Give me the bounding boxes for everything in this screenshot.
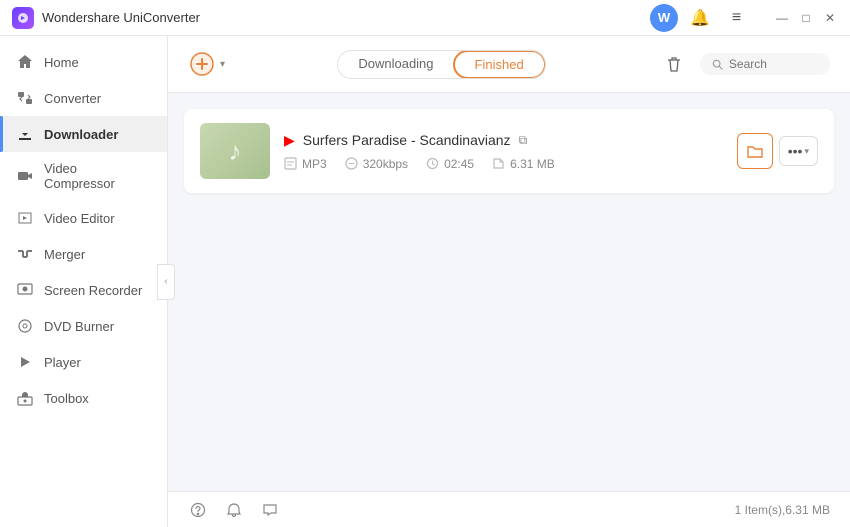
video-compressor-icon [16,167,34,185]
minimize-button[interactable]: — [774,10,790,26]
content-header: ▾ Downloading Finished [168,36,850,93]
sidebar-item-label: Converter [44,91,101,106]
search-icon [712,58,723,71]
app-logo [12,7,34,29]
menu-icon[interactable]: ≡ [722,4,750,32]
header-right [658,48,830,80]
sidebar-item-dvd-burner[interactable]: DVD Burner [0,308,167,344]
titlebar-controls: W 🔔 ≡ — □ ✕ [650,4,838,32]
statusbar-left [188,500,280,520]
sidebar-item-label: Merger [44,247,85,262]
downloader-icon [16,125,34,143]
clock-icon [426,157,439,170]
app-title: Wondershare UniConverter [42,10,200,25]
maximize-button[interactable]: □ [798,10,814,26]
more-dots: ••• [788,143,803,159]
titlebar-left: Wondershare UniConverter [12,7,200,29]
sidebar-item-video-compressor[interactable]: Video Compressor [0,152,167,200]
status-text: 1 Item(s),6.31 MB [735,503,830,517]
sidebar-item-player[interactable]: Player [0,344,167,380]
file-actions: ••• ▾ [737,133,818,169]
file-bitrate: 320kbps [345,157,408,171]
converter-icon [16,89,34,107]
sidebar-item-downloader[interactable]: Downloader [0,116,167,152]
main-layout: Home Converter Downloader [0,36,850,527]
sidebar-item-label: Downloader [44,127,118,142]
format-icon [284,157,297,170]
search-input[interactable] [729,57,818,71]
notification-icon[interactable]: 🔔 [686,4,714,32]
sidebar: Home Converter Downloader [0,36,168,527]
sidebar-item-home[interactable]: Home [0,44,167,80]
content-area: ▾ Downloading Finished [168,36,850,527]
video-editor-icon [16,209,34,227]
youtube-icon: ▶ [284,132,295,149]
screen-recorder-icon [16,281,34,299]
more-actions-button[interactable]: ••• ▾ [779,136,818,166]
open-external-icon[interactable]: ⧉ [519,133,528,148]
sidebar-item-label: Screen Recorder [44,283,142,298]
dvd-burner-icon [16,317,34,335]
close-button[interactable]: ✕ [822,10,838,26]
avatar[interactable]: W [650,4,678,32]
add-btn-arrow: ▾ [220,59,225,70]
sidebar-item-video-editor[interactable]: Video Editor [0,200,167,236]
sidebar-item-label: Home [44,55,79,70]
feedback-icon[interactable] [260,500,280,520]
sidebar-item-merger[interactable]: Merger [0,236,167,272]
file-thumbnail: ♪ [200,123,270,179]
player-icon [16,353,34,371]
statusbar: 1 Item(s),6.31 MB [168,491,850,527]
more-arrow-icon: ▾ [804,146,809,157]
merger-icon [16,245,34,263]
file-duration: 02:45 [426,157,474,171]
sidebar-item-label: Video Editor [44,211,115,226]
titlebar: Wondershare UniConverter W 🔔 ≡ — □ ✕ [0,0,850,36]
tab-group: Downloading Finished [337,50,545,79]
music-note-icon: ♪ [229,136,242,167]
tab-downloading[interactable]: Downloading [338,51,453,78]
tab-finished[interactable]: Finished [453,50,546,79]
search-box [700,53,830,75]
header-left: ▾ [188,50,225,78]
sidebar-item-label: Player [44,355,81,370]
notification-bell-icon[interactable] [224,500,244,520]
sidebar-item-converter[interactable]: Converter [0,80,167,116]
file-list: ♪ ▶ Surfers Paradise - Scandinavianz ⧉ [168,93,850,491]
filesize-icon [492,157,505,170]
open-folder-button[interactable] [737,133,773,169]
add-download-button[interactable]: ▾ [188,50,225,78]
sidebar-item-toolbox[interactable]: Toolbox [0,380,167,416]
recycle-bin-button[interactable] [658,48,690,80]
file-info: ▶ Surfers Paradise - Scandinavianz ⧉ MP3 [284,132,723,171]
file-size: 6.31 MB [492,157,555,171]
file-title-row: ▶ Surfers Paradise - Scandinavianz ⧉ [284,132,723,149]
sidebar-item-label: Video Compressor [44,161,151,191]
table-row: ♪ ▶ Surfers Paradise - Scandinavianz ⧉ [184,109,834,193]
help-icon[interactable] [188,500,208,520]
toolbox-icon [16,389,34,407]
sidebar-item-label: Toolbox [44,391,89,406]
sidebar-collapse-button[interactable]: ‹ [157,264,175,300]
sidebar-item-label: DVD Burner [44,319,114,334]
file-name: Surfers Paradise - Scandinavianz [303,132,511,148]
bitrate-icon [345,157,358,170]
home-icon [16,53,34,71]
sidebar-item-screen-recorder[interactable]: Screen Recorder [0,272,167,308]
file-meta: MP3 320kbps [284,157,723,171]
file-format: MP3 [284,157,327,171]
